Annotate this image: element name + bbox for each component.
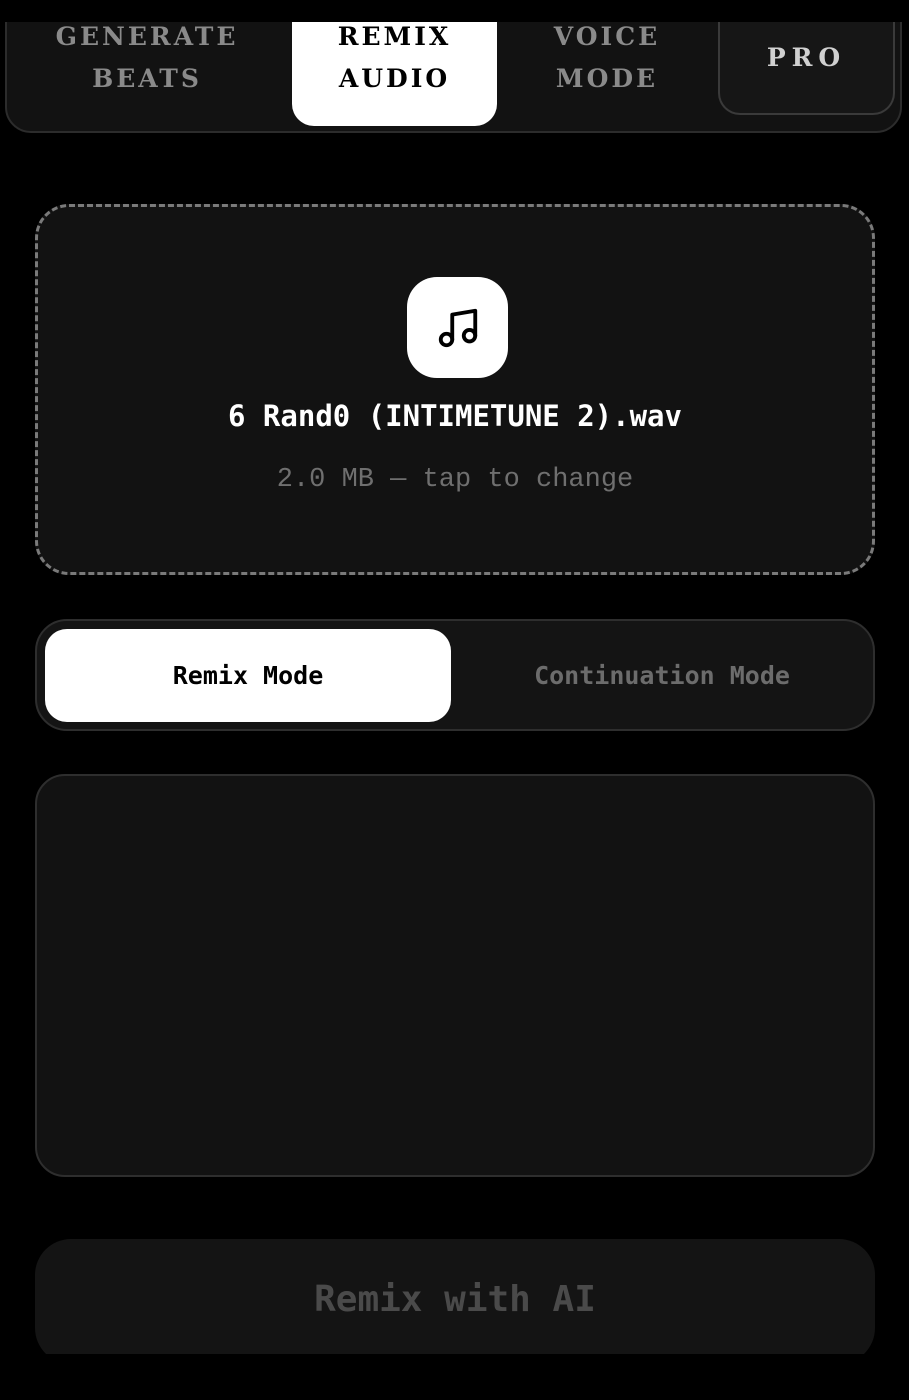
mode-switch: Remix Mode Continuation Mode bbox=[35, 619, 875, 731]
file-name: 6 Rand0 (INTIMETUNE 2).wav bbox=[228, 399, 682, 433]
audio-upload-zone[interactable]: 6 Rand0 (INTIMETUNE 2).wav 2.0 MB — tap … bbox=[35, 204, 875, 575]
top-edge bbox=[0, 0, 909, 22]
music-note-icon bbox=[407, 277, 508, 378]
bottom-edge bbox=[0, 1354, 909, 1400]
file-meta: 2.0 MB — tap to change bbox=[276, 465, 634, 495]
remix-screen: GENERATE BEATS REMIX AUDIO VOICE MODE PR… bbox=[0, 0, 909, 1400]
prompt-input[interactable] bbox=[35, 774, 875, 1177]
remix-mode-button[interactable]: Remix Mode bbox=[45, 629, 451, 722]
remix-with-ai-button[interactable]: Remix with AI bbox=[35, 1239, 875, 1364]
continuation-mode-button[interactable]: Continuation Mode bbox=[457, 629, 867, 722]
